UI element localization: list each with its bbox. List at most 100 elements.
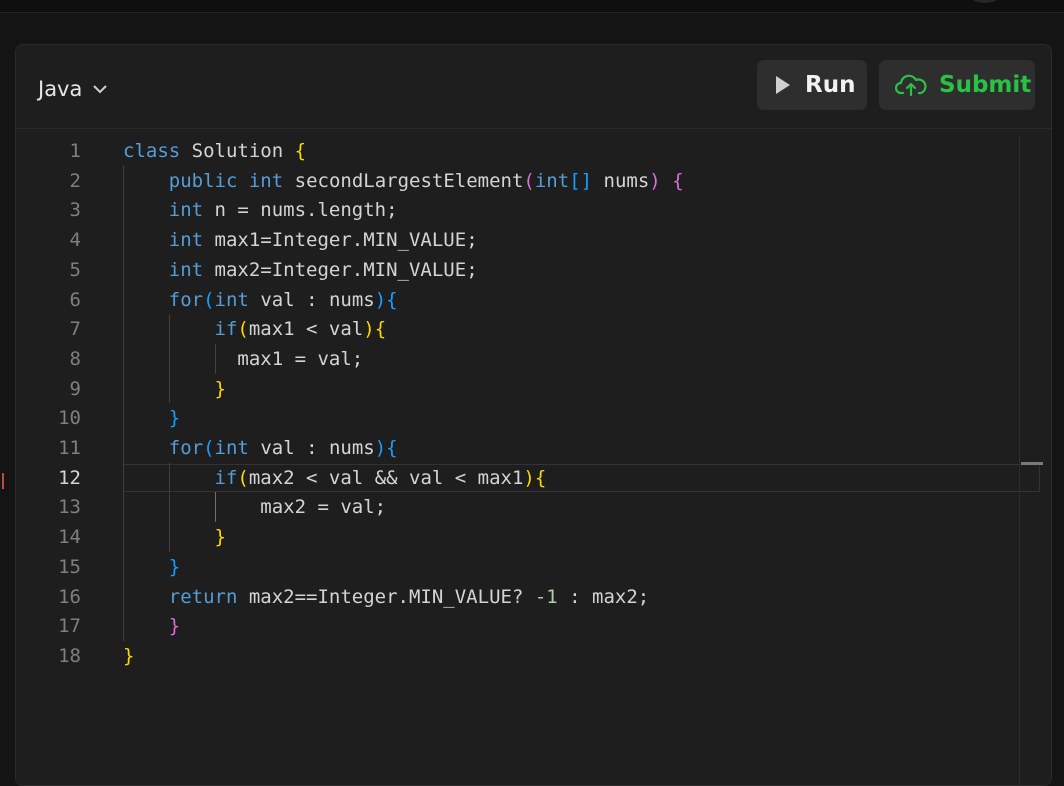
code-token: if (214, 318, 238, 341)
code-token: { (672, 169, 684, 192)
code-token: public (168, 169, 238, 192)
line-number: 10 (58, 407, 81, 430)
code-token: secondLargestElement (283, 169, 524, 192)
line-number: 12 (58, 466, 81, 489)
code-line[interactable]: int max1=Integer.MIN_VALUE; (123, 225, 478, 255)
code-token: val : nums (248, 437, 375, 459)
language-select[interactable]: Java (38, 75, 108, 103)
code-line[interactable]: class Solution { (123, 136, 306, 166)
vertical-scrollbar[interactable] (1019, 137, 1020, 785)
submit-button[interactable]: Submit (879, 60, 1035, 110)
code-token: nums (592, 169, 650, 192)
line-number: 2 (69, 169, 81, 192)
line-number: 18 (58, 644, 81, 667)
code-token: max1=Integer.MIN_VALUE; (203, 229, 478, 252)
editor-toolbar: Java Run Submit (16, 45, 1051, 129)
line-number: 5 (69, 258, 81, 281)
code-token: class (123, 140, 181, 162)
code-token: int (248, 169, 284, 192)
run-button[interactable]: Run (757, 60, 867, 110)
code-line[interactable]: } (123, 641, 134, 671)
code-token: ) (374, 288, 387, 311)
line-number: 6 (69, 288, 81, 311)
code-token: int (214, 437, 249, 459)
code-line[interactable]: for(int val : nums){ (123, 433, 398, 463)
submit-label: Submit (939, 72, 1032, 98)
code-line[interactable]: for(int val : nums){ (123, 285, 398, 315)
indent-guide (214, 492, 216, 523)
code-token: max2 = val; (123, 496, 387, 519)
language-label: Java (38, 77, 83, 101)
code-token: for (168, 437, 204, 459)
code-token: { (294, 140, 307, 162)
line-number: 4 (69, 229, 81, 252)
code-token: int (534, 169, 570, 192)
code-line[interactable]: int max2=Integer.MIN_VALUE; (123, 255, 478, 285)
code-line[interactable]: } (123, 611, 180, 641)
code-token: [] (569, 169, 593, 192)
code-token: max1 = val; (123, 347, 364, 370)
code-token: int (168, 229, 204, 252)
code-token: return (168, 585, 238, 608)
code-token: } (168, 555, 181, 578)
code-token: { (386, 288, 398, 311)
code-token: ( (523, 169, 535, 192)
line-number: 1 (69, 140, 81, 162)
code-line[interactable]: } (123, 522, 226, 552)
play-icon (775, 75, 791, 95)
code-token: max2==Integer.MIN_VALUE? (237, 585, 535, 608)
code-line[interactable]: if(max1 < val){ (123, 314, 387, 344)
line-number: 13 (58, 496, 81, 519)
line-number: 9 (69, 377, 81, 400)
code-token: int (168, 199, 204, 222)
code-line[interactable]: return max2==Integer.MIN_VALUE? -1 : max… (123, 582, 649, 612)
code-line[interactable]: } (123, 552, 180, 582)
code-token: int (214, 288, 249, 311)
line-number: 7 (69, 318, 81, 341)
code-token: } (123, 644, 135, 667)
code-token: ) (374, 437, 387, 459)
code-line[interactable]: if(max2 < val && val < max1){ (123, 463, 547, 493)
code-token: { (534, 466, 547, 489)
code-token: { (374, 318, 387, 341)
code-token: ) (523, 466, 535, 489)
code-token: { (386, 437, 398, 459)
code-token: -1 (534, 585, 558, 608)
code-token: ( (203, 288, 215, 311)
code-line[interactable]: max1 = val; (123, 344, 363, 374)
avatar[interactable] (970, 0, 1000, 3)
code-token: max2=Integer.MIN_VALUE; (203, 258, 478, 281)
line-number: 16 (58, 585, 81, 608)
code-line[interactable]: int n = nums.length; (123, 195, 398, 225)
line-number: 17 (58, 615, 81, 638)
line-number: 8 (69, 347, 81, 370)
run-label: Run (805, 72, 856, 98)
code-token: } (168, 615, 181, 638)
code-token: ) (363, 318, 375, 341)
code-line[interactable]: public int secondLargestElement(int[] nu… (123, 166, 684, 196)
code-token: Solution (180, 140, 295, 162)
indent-guide (123, 165, 124, 641)
indent-guide (214, 343, 216, 374)
code-editor-panel: Java Run Submit 1 2 3 4 5 6 7 8 9 10 11 12 13 14 15 16 1… (15, 44, 1052, 786)
code-line[interactable]: } (123, 374, 226, 404)
indent-guide (168, 462, 170, 552)
code-token: } (214, 377, 226, 400)
code-line[interactable]: } (123, 403, 180, 433)
code-line[interactable]: max2 = val; (123, 492, 386, 522)
code-editor[interactable]: 1 2 3 4 5 6 7 8 9 10 11 12 13 14 15 16 17 18 class Soluti… (16, 129, 1051, 785)
code-token: if (214, 466, 238, 489)
breakpoint-marker (2, 473, 4, 489)
code-token: ( (237, 318, 249, 341)
